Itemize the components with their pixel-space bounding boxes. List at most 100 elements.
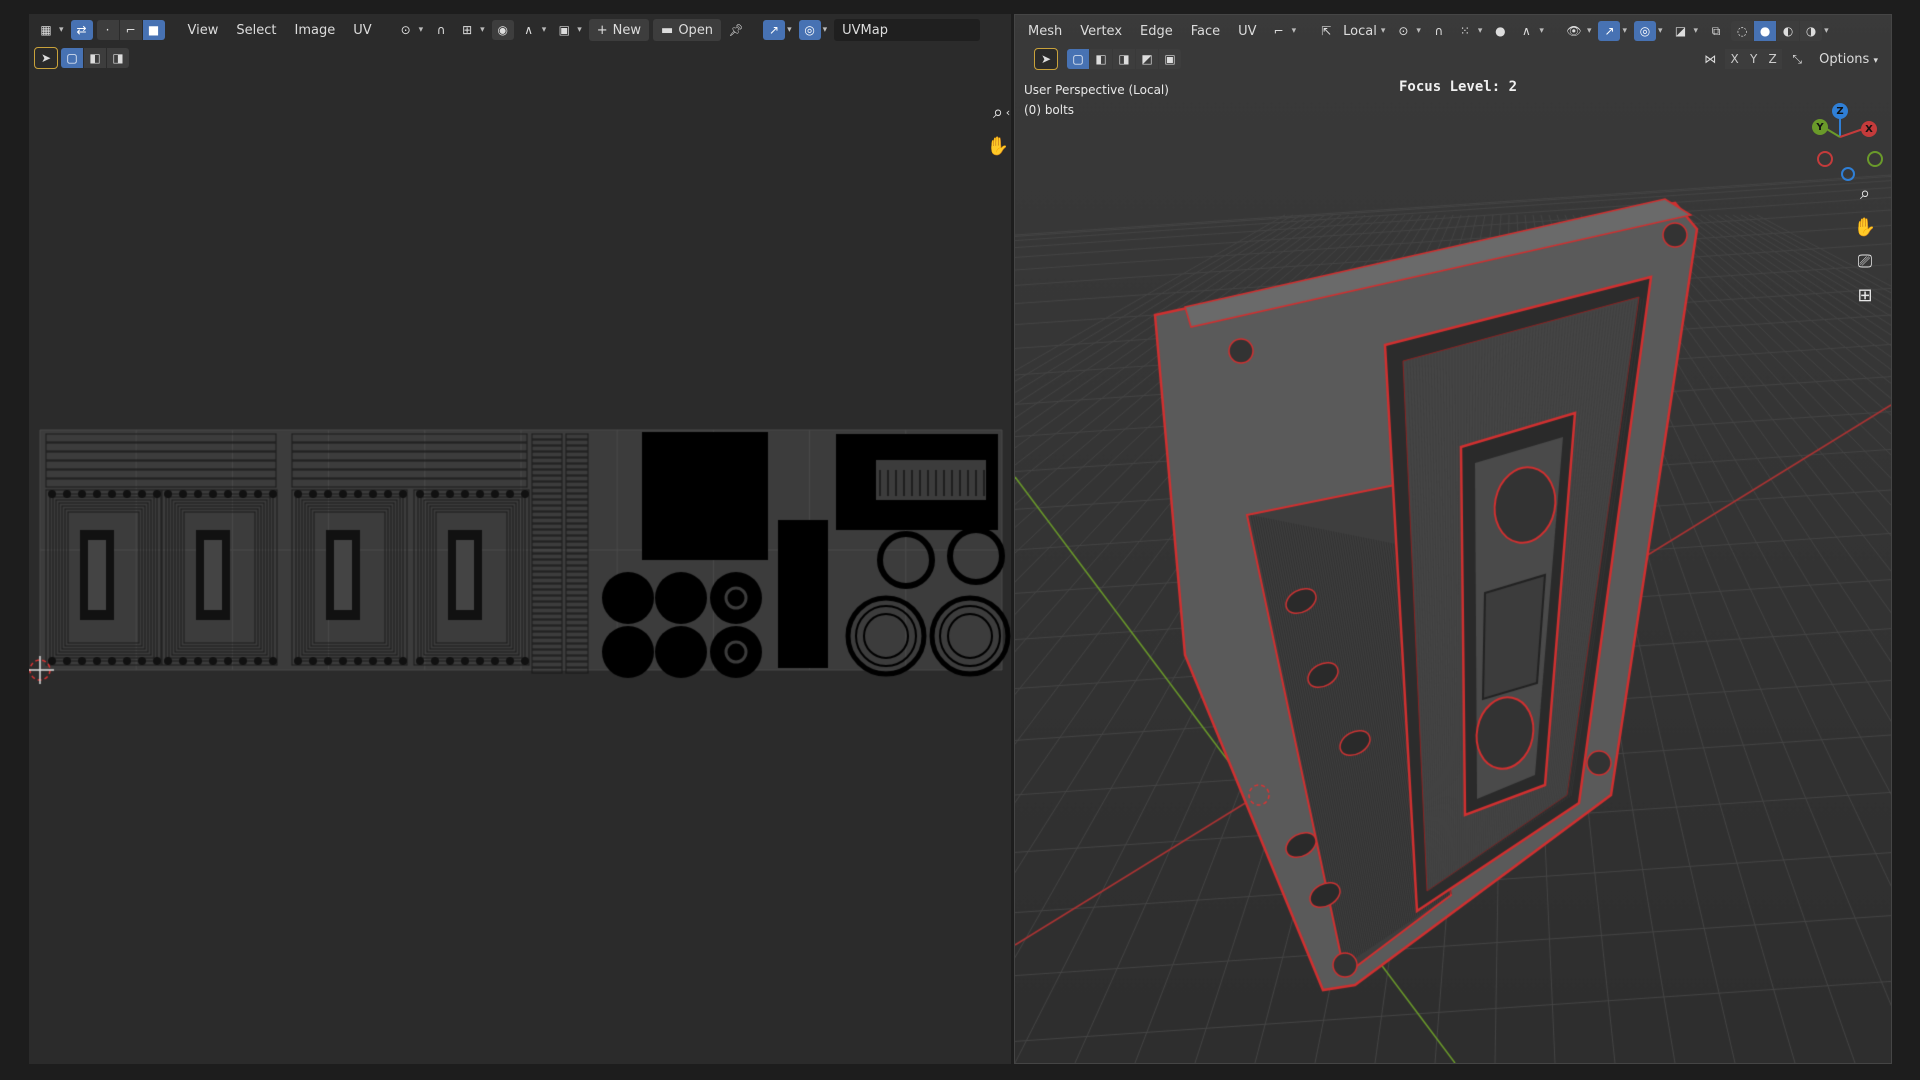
- face-select-icon[interactable]: ■: [142, 20, 165, 40]
- chevron-down-icon[interactable]: ▾: [1587, 26, 1592, 36]
- uv-sync-selection-icon[interactable]: ⇄: [70, 20, 93, 40]
- menu-image[interactable]: Image: [288, 20, 343, 41]
- chevron-down-icon[interactable]: ▾: [1478, 26, 1483, 36]
- chevron-down-icon[interactable]: ▾: [1292, 26, 1297, 36]
- proportional-edit-icon[interactable]: ◉: [491, 20, 514, 40]
- visibility-icon[interactable]: 👁︎: [1563, 21, 1585, 41]
- menu-vertex[interactable]: Vertex: [1073, 21, 1129, 42]
- chevron-down-icon[interactable]: ▾: [1658, 26, 1663, 36]
- zoom-icon[interactable]: ⌕: [1851, 179, 1879, 207]
- solid-shading-icon[interactable]: ●: [1754, 21, 1777, 41]
- chevron-down-icon[interactable]: ▾: [1694, 26, 1699, 36]
- gizmo-x-axis[interactable]: X: [1861, 121, 1877, 137]
- select-extend-icon[interactable]: ◧: [84, 48, 106, 68]
- chevron-down-icon[interactable]: ▾: [419, 25, 424, 35]
- pivot-icon[interactable]: ⊙: [395, 20, 417, 40]
- menu-edge[interactable]: Edge: [1133, 21, 1180, 42]
- chevron-down-icon[interactable]: ▾: [1539, 26, 1544, 36]
- gizmo-z-axis[interactable]: Z: [1832, 103, 1848, 119]
- select-subtract-icon[interactable]: ◨: [107, 48, 129, 68]
- edge-select-icon[interactable]: ⌐: [119, 20, 142, 40]
- falloff-icon[interactable]: ∧: [1515, 21, 1537, 41]
- uvmap-field[interactable]: UVMap: [834, 19, 981, 41]
- menu-uv[interactable]: UV: [346, 20, 378, 41]
- gizmo-neg-y-axis[interactable]: [1867, 151, 1883, 167]
- chevron-down-icon[interactable]: ▾: [577, 25, 582, 35]
- falloff-icon[interactable]: ∧: [518, 20, 540, 40]
- select-new-icon[interactable]: ▢: [1067, 49, 1089, 69]
- transform-pivot-icon[interactable]: ⌐: [1268, 21, 1290, 41]
- new-image-label: New: [612, 22, 642, 38]
- gizmo-toggle-icon[interactable]: ↗: [763, 20, 786, 40]
- overlay-toggle-icon[interactable]: ◎: [1634, 21, 1656, 41]
- overlay-toggle-icon[interactable]: ◎: [798, 20, 821, 40]
- options-dropdown[interactable]: Options ▾: [1812, 49, 1885, 70]
- folder-icon: ▬: [661, 22, 674, 38]
- chevron-down-icon[interactable]: ▾: [1824, 26, 1829, 36]
- menu-face[interactable]: Face: [1184, 21, 1227, 42]
- rendered-shading-icon[interactable]: ◑: [1800, 21, 1823, 41]
- navigation-gizmo[interactable]: Z Y X: [1795, 95, 1885, 185]
- chevron-down-icon[interactable]: ▾: [1416, 26, 1421, 36]
- uv-canvas[interactable]: [29, 14, 1011, 1064]
- menu-select[interactable]: Select: [229, 20, 283, 41]
- 3d-viewport[interactable]: Mesh Vertex Edge Face UV ⌐ ▾ ⇱ Local ▾ ⊙ ▾ …: [1014, 14, 1892, 1064]
- mirror-icon[interactable]: ⋈: [1699, 49, 1721, 69]
- uv-editor[interactable]: ▦ ▾ ⇄ · ⌐ ■ View Select Image UV ⊙ ▾ ∩ ⊞ ▾ …: [29, 14, 1011, 1064]
- gizmo-toggle-icon[interactable]: ↗: [1598, 21, 1621, 41]
- chevron-down-icon[interactable]: ▾: [1381, 26, 1386, 36]
- editor-type-icon[interactable]: ▦: [35, 20, 57, 40]
- xray-icon[interactable]: ⧉: [1705, 21, 1727, 41]
- mirror-x-toggle[interactable]: X: [1725, 49, 1745, 69]
- select-subtract-icon[interactable]: ◨: [1113, 49, 1135, 69]
- viewport-canvas[interactable]: [1015, 15, 1891, 1063]
- new-image-button[interactable]: + New: [588, 19, 650, 41]
- snap-target-icon[interactable]: ⊞: [456, 20, 478, 40]
- chevron-down-icon[interactable]: ▾: [787, 25, 792, 35]
- menu-mesh[interactable]: Mesh: [1021, 21, 1069, 42]
- mirror-axes: X Y Z: [1725, 49, 1783, 69]
- select-new-icon[interactable]: ▢: [61, 48, 83, 68]
- pivot-point-icon[interactable]: ⊙: [1392, 21, 1414, 41]
- viewport-tool-subbar: ➤ ▢ ◧ ◨ ◩ ▣ ⋈ X Y Z ⤡ Options ▾: [1015, 45, 1891, 73]
- chevron-down-icon[interactable]: ▾: [823, 25, 828, 35]
- wireframe-shading-icon[interactable]: ◌: [1731, 21, 1754, 41]
- mirror-z-toggle[interactable]: Z: [1763, 49, 1783, 69]
- chevron-down-icon[interactable]: ▾: [480, 25, 485, 35]
- snap-icon[interactable]: ∩: [430, 20, 452, 40]
- select-intersect-icon[interactable]: ▣: [1159, 49, 1181, 69]
- orientation-dropdown[interactable]: Local: [1341, 24, 1379, 39]
- select-tool-icon[interactable]: ➤: [1034, 48, 1058, 70]
- chevron-down-icon[interactable]: ▾: [1622, 26, 1627, 36]
- select-tool-icon[interactable]: ➤: [34, 47, 58, 69]
- chevron-down-icon[interactable]: ▾: [542, 25, 547, 35]
- menu-view[interactable]: View: [181, 20, 226, 41]
- pan-hand-icon[interactable]: ✋: [1851, 213, 1879, 241]
- mirror-y-toggle[interactable]: Y: [1744, 49, 1764, 69]
- menu-uv[interactable]: UV: [1231, 21, 1263, 42]
- perspective-grid-icon[interactable]: ⊞: [1851, 281, 1879, 309]
- collapse-arrow-icon[interactable]: ‹: [1003, 98, 1011, 126]
- snap-icon[interactable]: ∩: [1428, 21, 1450, 41]
- pan-hand-icon[interactable]: ✋: [984, 132, 1011, 160]
- chevron-down-icon[interactable]: ▾: [59, 25, 64, 35]
- focus-level-label: Focus Level: 2: [1399, 79, 1518, 95]
- auto-merge-icon[interactable]: ⤡: [1786, 49, 1808, 69]
- uv-tool-subbar: ➤ ▢ ◧ ◨: [29, 44, 1011, 72]
- proportional-edit-icon[interactable]: ●: [1489, 21, 1511, 41]
- uv-editor-header: ▦ ▾ ⇄ · ⌐ ■ View Select Image UV ⊙ ▾ ∩ ⊞ ▾ …: [29, 14, 1011, 46]
- camera-icon[interactable]: ⎚: [1851, 247, 1879, 275]
- snap-target-icon[interactable]: ⁙: [1454, 21, 1476, 41]
- options-label: Options: [1819, 51, 1870, 67]
- pin-icon[interactable]: 📌︎: [725, 20, 747, 40]
- image-browse-icon[interactable]: ▣: [553, 20, 575, 40]
- open-image-button[interactable]: ▬ Open: [653, 19, 722, 41]
- gizmo-neg-x-axis[interactable]: [1817, 151, 1833, 167]
- gizmo-y-axis[interactable]: Y: [1812, 119, 1828, 135]
- mesh-overlay-icon[interactable]: ◪: [1670, 21, 1692, 41]
- select-extend-icon[interactable]: ◧: [1090, 49, 1112, 69]
- orientation-icon[interactable]: ⇱: [1315, 21, 1337, 41]
- select-invert-icon[interactable]: ◩: [1136, 49, 1158, 69]
- material-shading-icon[interactable]: ◐: [1777, 21, 1800, 41]
- vertex-select-icon[interactable]: ·: [96, 20, 119, 40]
